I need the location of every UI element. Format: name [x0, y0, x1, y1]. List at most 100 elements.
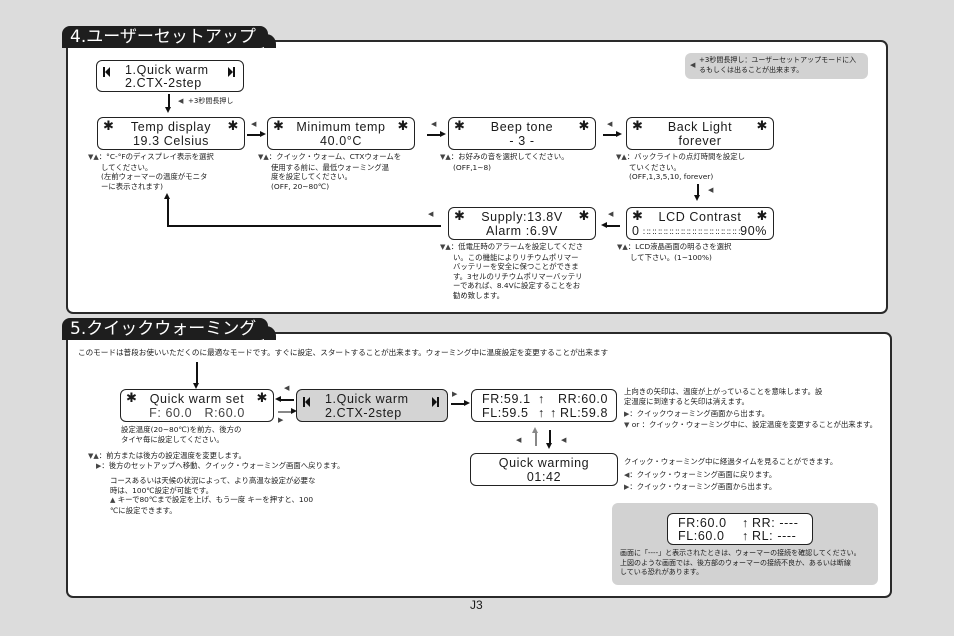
note-line: ：お好みの音を選択してください。 — [450, 152, 569, 161]
note-line: タイヤ毎に設定してください。 — [121, 434, 224, 444]
note-line: している恐れがあります。 — [620, 568, 704, 577]
set-next-note: ▶：後方のセットアップへ移動、クイック・ウォーミング画面へ戻ります。 — [96, 461, 344, 472]
note-line: してください。 — [101, 162, 153, 172]
note-line: バッテリーを安全に保つことができま — [453, 262, 579, 272]
beep-tone-lcd: ✱ Beep tone - 3 - ✱ — [448, 117, 596, 150]
cursor-left-icon — [303, 395, 310, 409]
note-line: ：低電圧時のアラームを設定してくださ — [450, 242, 584, 251]
asterisk-icon: ✱ — [578, 118, 590, 133]
menu-item-quick-warm: 1.Quick warm — [125, 63, 209, 77]
back-button-icon: ◀ — [251, 120, 257, 128]
cursor-left-icon — [103, 65, 110, 79]
back-button-icon: ◀ — [607, 120, 613, 128]
note-line: コースあるいは天候の状況によって、より高温な設定が必要な — [110, 476, 316, 485]
connection-error-lcd: FR:60.0 ↑ RR: ---- FL:60.0 ↑ RL: ---- — [667, 513, 813, 545]
temp-display-lcd: ✱ Temp display 19.3 Celsius ✱ — [97, 117, 245, 150]
rising-arrow-icon: ↑ — [538, 406, 545, 420]
arrow-status-to-timer — [546, 430, 552, 449]
return-arrow-to-temp-display — [164, 193, 170, 226]
note-line: ：前方または後方の設定温度を変更します。 — [98, 451, 246, 460]
supply-alarm-note: ▼▲：低電圧時のアラームを設定してくださ い。この機能によりリチウムポリマー バ… — [440, 242, 583, 301]
note-line: ：クイックウォーミング画面から出ます。 — [629, 409, 770, 419]
note-line: キーで80℃まで設定を上げ、もう一度 キーを押すと、100 — [115, 495, 314, 505]
quick-warm-set-lcd: ✱ Quick warm set F: 60.0 R:60.0 ✱ — [120, 389, 274, 422]
lcd-line1: Quick warming — [498, 456, 590, 470]
connection-error-text: 画面に「----」と表示されたときは、ウォーマーの接続を確認してください。 上図… — [620, 549, 861, 578]
note-line: 度を設定してください。 — [271, 172, 352, 182]
menu-item-quick-warm: 1.Quick warm — [325, 392, 409, 406]
arrow-set-to-menu — [278, 408, 297, 414]
lcd-line1: Minimum temp — [296, 120, 386, 134]
cursor-right-icon — [432, 395, 439, 409]
section-title-quick-warming: 5.クイックウォーミング — [62, 318, 277, 340]
hold-tip-line1: +3秒間長押し：ユーザーセットアップモードに入 — [699, 56, 857, 64]
note-line: ていください。 — [629, 162, 681, 172]
note-line: ーに表示されます) — [101, 181, 164, 191]
lcd-line2: F: 60.0 R:60.0 — [149, 406, 245, 420]
menu-item-ctx-2step: 2.CTX-2step — [125, 76, 202, 90]
page-number: J3 — [470, 598, 483, 612]
lcd-line1: Temp display — [130, 120, 212, 134]
elapsed-time: 01:42 — [526, 470, 562, 484]
note-line: 画面に「----」と表示されたときは、ウォーマーの接続を確認してください。 — [620, 549, 861, 557]
return-line-horizontal — [167, 225, 441, 227]
front-left-temp: FL:59.5 — [482, 406, 529, 420]
asterisk-icon: ✱ — [756, 118, 768, 133]
arrow-menu-to-temp — [165, 94, 171, 113]
lcd-line2: Alarm :6.9V — [486, 224, 558, 238]
note-line: or ：クイック・ウォーミング中に、設定温度を変更することが出来ます。 — [629, 419, 878, 429]
back-button-icon: ◀ — [284, 384, 290, 392]
hold-tip-line2: るもしくは出ることが出来ます。 — [699, 66, 804, 74]
note-line: (OFF, 20~80℃) — [271, 181, 330, 191]
rear-left-temp: RL:59.8 — [560, 406, 608, 420]
back-light-note: ▼▲：バックライトの点灯時間を設定し ていください。 (OFF,1,3,5,10… — [616, 152, 745, 182]
rising-arrow-icon: ↑ — [538, 392, 545, 406]
rising-arrow-icon: ↑ — [550, 406, 557, 420]
back-button-icon: ◀ — [516, 436, 522, 444]
warming-timer-lcd: Quick warming 01:42 — [470, 453, 618, 486]
set-extra-note: コースあるいは天候の状況によって、より高温な設定が必要な 時は、100℃設定が可… — [110, 476, 315, 515]
note-line: (OFF,1,3,5,10, forever) — [629, 172, 714, 182]
quick-warm-menu-lcd: 1.Quick warm 2.CTX-2step — [296, 389, 448, 422]
asterisk-icon: ✱ — [256, 390, 268, 405]
back-button-icon: ◀ — [178, 97, 184, 105]
front-right-temp: FR:60.0 — [678, 516, 727, 530]
lcd-line1: Back Light — [667, 120, 733, 134]
note-line: クイック・ウォーミング中に経過タイムを見ることができます。 — [624, 457, 838, 466]
contrast-min-label: 0 — [632, 224, 640, 238]
lcd-contrast-note: ▼▲：LCD液晶画面の明るさを選択 して下さい。(1~100%) — [617, 242, 731, 262]
menu-item-ctx-2step: 2.CTX-2step — [325, 406, 402, 420]
rising-arrow-icon: ↑ — [742, 529, 749, 543]
next-button-icon: ▶ — [278, 416, 284, 424]
note-line: ーであれば、8.4Vに設定することをお — [453, 281, 581, 291]
hold-tip-box: ◀ +3秒間長押し：ユーザーセットアップモードに入 るもしくは出ることが出来ます… — [685, 53, 868, 79]
warming-status-lcd: FR:59.1 ↑ RR:60.0 FL:59.5 ↑ ↑ RL:59.8 — [471, 389, 617, 422]
asterisk-icon: ✱ — [397, 118, 409, 133]
asterisk-icon: ✱ — [756, 208, 768, 223]
lcd-line1: Supply:13.8V — [481, 210, 563, 224]
lcd-line2: 40.0°C — [320, 134, 362, 148]
contrast-value: 90% — [740, 224, 767, 238]
menu-lcd: 1.Quick warm 2.CTX-2step — [96, 60, 244, 92]
lcd-line1: Quick warm set — [149, 392, 245, 406]
arrow-contrast-to-supply — [601, 222, 620, 228]
front-left-temp: FL:60.0 — [678, 529, 725, 543]
lcd-line2: - 3 - — [509, 134, 535, 148]
arrow-timer-to-status — [532, 427, 538, 446]
lcd-line2: forever — [678, 134, 722, 148]
rear-right-temp: RR:60.0 — [557, 392, 608, 406]
status-notes: 上向きの矢印は、温度が上がっていることを意味します。設 定温度に到達すると矢印は… — [624, 387, 877, 430]
note-line: (左前ウォーマーの温度がモニタ — [101, 172, 208, 182]
note-line: 設定温度(20~80℃)を前方、後方の — [121, 425, 242, 434]
set-updown-note: ▼▲：前方または後方の設定温度を変更します。 — [88, 451, 246, 462]
set-temp-desc: 設定温度(20~80℃)を前方、後方の タイヤ毎に設定してください。 — [121, 425, 241, 444]
back-light-lcd: ✱ Back Light forever ✱ — [626, 117, 774, 150]
note-line: 上向きの矢印は、温度が上がっていることを意味します。設 — [624, 387, 823, 396]
note-line: 定温度に到達すると矢印は消えます。 — [624, 396, 749, 406]
section-title-user-setup: 4.ユーザーセットアップ — [62, 26, 276, 48]
note-line: 時は、100℃設定が可能です。 — [110, 485, 213, 495]
lcd-line2: 19.3 Celsius — [133, 134, 209, 148]
minimum-temp-lcd: ✱ Minimum temp 40.0°C ✱ — [267, 117, 415, 150]
back-button-icon: ◀ — [431, 120, 437, 128]
arrow-min-to-beep — [427, 131, 446, 137]
